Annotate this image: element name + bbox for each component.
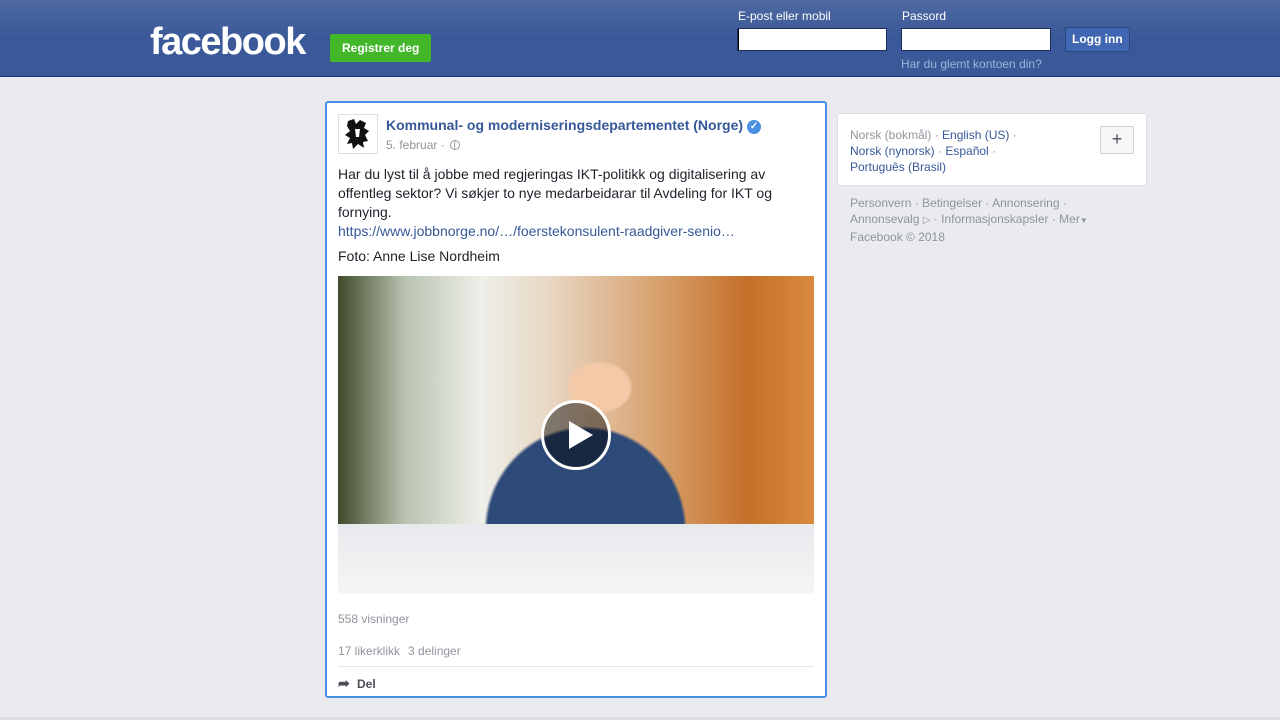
password-field[interactable] (901, 28, 1051, 51)
footer-link-adchoices[interactable]: Annonsevalg ▷ (850, 212, 930, 226)
play-icon[interactable] (541, 400, 611, 470)
top-bar: facebook Registrer deg E-post eller mobi… (0, 0, 1280, 77)
facebook-logo[interactable]: facebook (150, 20, 306, 64)
password-label: Passord (902, 9, 947, 23)
verified-icon: ✓ (747, 120, 762, 134)
post-card: Kommunal- og moderniseringsdepartementet… (325, 101, 827, 698)
page-avatar[interactable] (338, 114, 378, 154)
lion-crest-icon (345, 119, 369, 149)
globe-icon (450, 140, 461, 150)
footer-link-more[interactable]: Mer▼ (1059, 212, 1088, 226)
photo-credit: Foto: Anne Lise Nordheim (338, 248, 500, 264)
video-player[interactable] (338, 276, 814, 594)
plus-icon[interactable]: + (1100, 126, 1134, 154)
view-count: 558 visninger (338, 612, 410, 626)
post-body-text: Har du lyst til å jobbe med regjeringas … (338, 166, 772, 220)
share-count[interactable]: 3 delinger (408, 644, 461, 658)
post-message: Har du lyst til å jobbe med regjeringas … (338, 165, 788, 241)
action-divider (338, 666, 814, 667)
date-separator: · (440, 138, 445, 152)
post-timestamp[interactable]: 5. februar · (386, 138, 461, 152)
language-link[interactable]: Norsk (nynorsk) (850, 144, 935, 158)
current-language: Norsk (bokmål) (850, 128, 932, 142)
footer-link-cookies[interactable]: Informasjonskapsler (941, 212, 1048, 226)
email-label: E-post eller mobil (738, 9, 831, 23)
share-label: Del (357, 677, 376, 691)
footer-link-privacy[interactable]: Personvern (850, 196, 911, 210)
footer-link-advertising[interactable]: Annonsering (992, 196, 1059, 210)
post-date-text[interactable]: 5. februar (386, 138, 437, 152)
post-external-link[interactable]: https://www.jobbnorge.no/…/foerstekonsul… (338, 222, 788, 241)
video-thumbnail-desk (338, 524, 814, 594)
page-name-text[interactable]: Kommunal- og moderniseringsdepartementet… (386, 117, 743, 133)
like-count[interactable]: 17 likerklikk (338, 644, 400, 658)
language-link[interactable]: English (US) (942, 128, 1009, 142)
share-icon: ➦ (338, 675, 350, 691)
login-button[interactable]: Logg inn (1065, 27, 1130, 52)
footer-link-terms[interactable]: Betingelser (922, 196, 982, 210)
footer-link-adchoices-label: Annonsevalg (850, 212, 920, 226)
language-link[interactable]: Português (Brasil) (850, 160, 946, 174)
language-selector: Norsk (bokmål) · English (US) · Norsk (n… (837, 113, 1147, 186)
footer-link-more-label: Mer (1059, 212, 1080, 226)
caret-down-icon: ▼ (1079, 216, 1088, 225)
engagement-stats: 17 likerklikk 3 delinger (338, 644, 461, 658)
page-name-link[interactable]: Kommunal- og moderniseringsdepartementet… (386, 117, 762, 134)
footer-links: Personvern · Betingelser · Annonsering ·… (850, 196, 1088, 244)
language-list: Norsk (bokmål) · English (US) · Norsk (n… (850, 128, 1017, 174)
register-button[interactable]: Registrer deg (330, 34, 432, 62)
copyright: Facebook © 2018 (850, 230, 945, 244)
adchoices-icon: ▷ (922, 215, 931, 226)
forgot-account-link[interactable]: Har du glemt kontoen din? (901, 57, 1042, 71)
email-field[interactable] (737, 28, 887, 51)
language-link[interactable]: Español (945, 144, 988, 158)
share-button[interactable]: ➦ Del (338, 675, 376, 692)
